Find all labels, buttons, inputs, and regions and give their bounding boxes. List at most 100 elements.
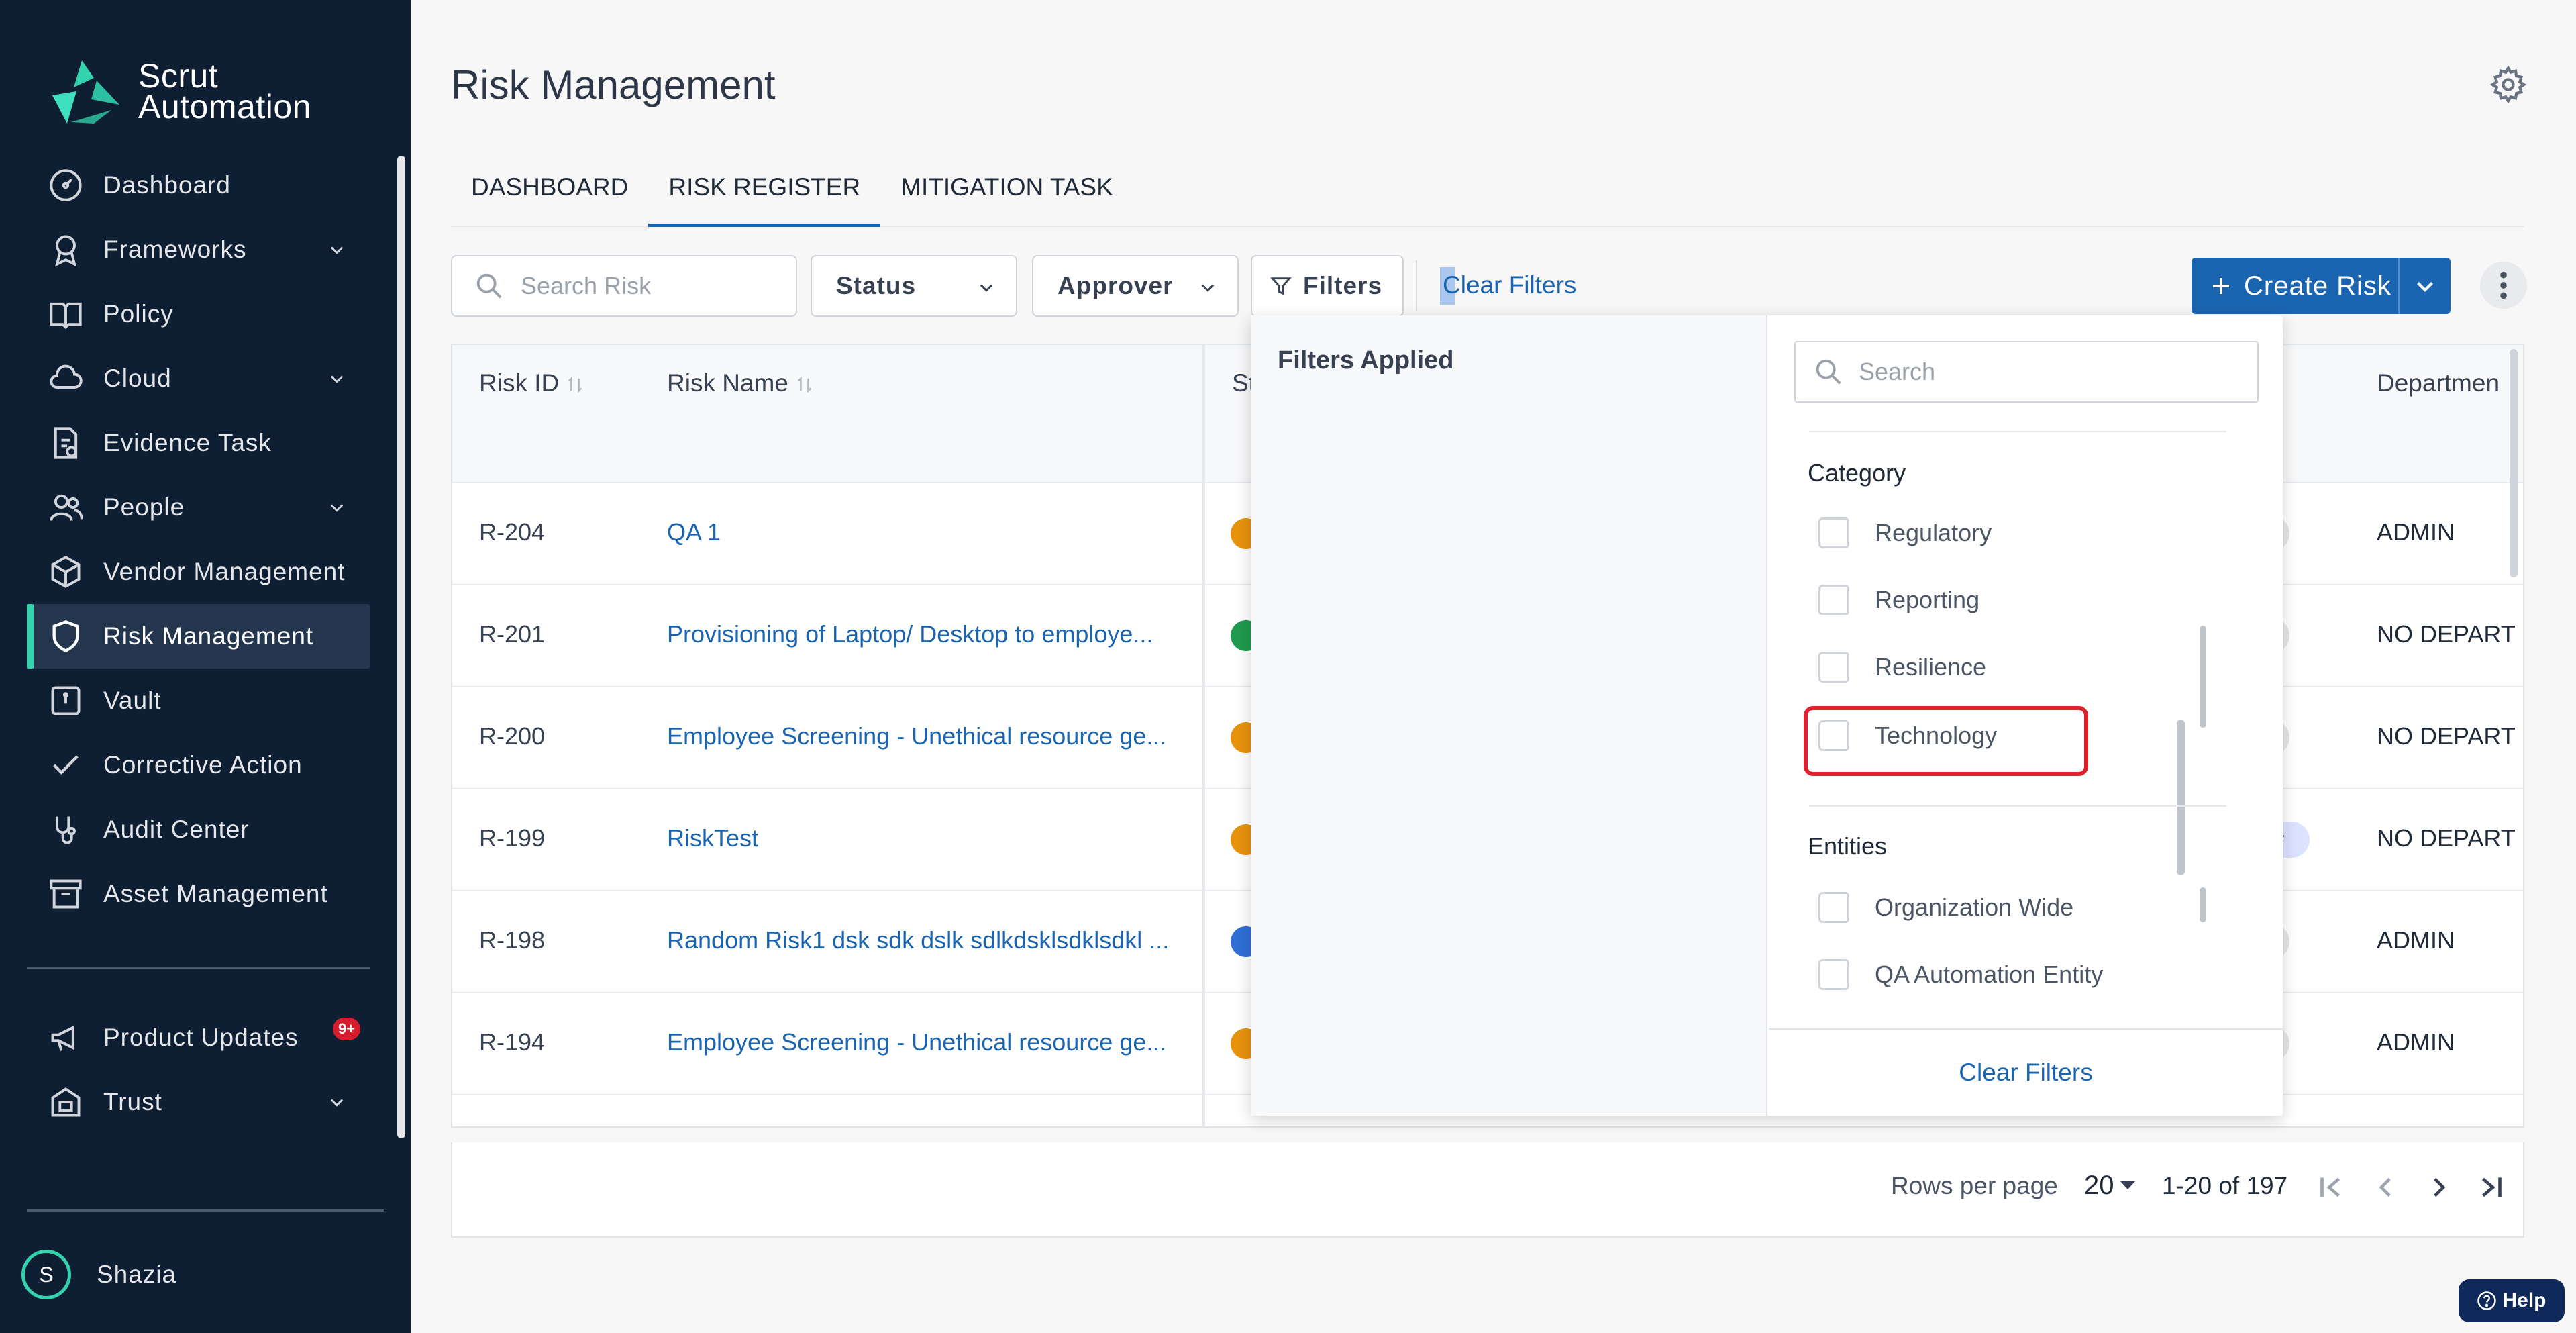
tab-risk-register[interactable]: RISK REGISTER xyxy=(648,156,880,227)
question-circle-icon xyxy=(2477,1291,2497,1310)
more-options-button[interactable] xyxy=(2480,262,2527,309)
filter-option-regulatory[interactable]: Regulatory xyxy=(1818,513,1992,553)
risk-name-link[interactable]: QA 1 xyxy=(667,518,1184,546)
risk-name-link[interactable]: RiskTest xyxy=(667,824,1184,852)
sidebar-item-label: Corrective Action xyxy=(103,751,303,779)
gear-icon[interactable] xyxy=(2489,66,2527,103)
toolbar-divider xyxy=(1416,260,1417,311)
user-name: Shazia xyxy=(97,1261,177,1288)
sidebar-item-audit-center[interactable]: Audit Center xyxy=(27,797,370,862)
next-page-icon[interactable] xyxy=(2422,1171,2456,1204)
filter-option-resilience[interactable]: Resilience xyxy=(1818,647,1986,687)
options-scrollbar[interactable] xyxy=(2177,720,2185,875)
scrut-logo-icon xyxy=(52,60,119,124)
dashboard-gauge-icon xyxy=(47,166,85,204)
rows-per-page-select[interactable]: 20 xyxy=(2084,1171,2114,1201)
option-label: Resilience xyxy=(1875,653,1987,681)
filters-button-label: Filters xyxy=(1303,272,1383,299)
vertical-scrollbar[interactable] xyxy=(2510,349,2518,577)
sidebar-item-product-updates[interactable]: Product Updates 9+ xyxy=(27,1005,370,1070)
toolbar: Status Approver Filters Clear Filters Cr… xyxy=(451,255,2527,317)
help-button[interactable]: Help xyxy=(2459,1279,2565,1322)
filter-clear-button[interactable]: Clear Filters xyxy=(1769,1028,2283,1116)
filter-search-input[interactable] xyxy=(1859,358,2234,386)
sidebar-item-cloud[interactable]: Cloud xyxy=(27,346,370,411)
risk-name-link[interactable]: Employee Screening - Unethical resource … xyxy=(667,1028,1184,1056)
approver-dropdown[interactable]: Approver xyxy=(1032,255,1239,317)
sidebar-item-asset-management[interactable]: Asset Management xyxy=(27,862,370,926)
sidebar-item-people[interactable]: People xyxy=(27,475,370,540)
sidebar-item-label: Evidence Task xyxy=(103,429,272,456)
risk-name-link[interactable]: Random Risk1 dsk sdk dslk sdlkdsklsdklsd… xyxy=(667,926,1184,954)
category-scrollbar[interactable] xyxy=(2200,626,2206,728)
risk-id: R-198 xyxy=(479,926,546,954)
sort-icon xyxy=(797,376,812,393)
department: ADMIN xyxy=(2377,518,2455,546)
sidebar-item-vault[interactable]: Vault xyxy=(27,669,370,733)
search-input[interactable] xyxy=(521,272,776,300)
filter-funnel-icon xyxy=(1270,277,1292,295)
risk-id: R-200 xyxy=(479,722,546,750)
sidebar-item-label: Dashboard xyxy=(103,171,231,199)
checkbox[interactable] xyxy=(1818,959,1849,990)
sidebar-item-label: Frameworks xyxy=(103,236,247,263)
checkbox[interactable] xyxy=(1818,517,1849,548)
chevron-down-icon[interactable] xyxy=(2413,274,2437,298)
sidebar-item-evidence-task[interactable]: Evidence Task xyxy=(27,411,370,475)
filter-option-organization-wide[interactable]: Organization Wide xyxy=(1818,887,2073,928)
sidebar-divider xyxy=(27,1209,384,1212)
status-dropdown[interactable]: Status xyxy=(811,255,1017,317)
clear-filters-link[interactable]: Clear Filters xyxy=(1440,267,1576,305)
search-icon xyxy=(1816,359,1841,385)
create-risk-button[interactable]: Create Risk xyxy=(2192,258,2451,314)
last-page-icon[interactable] xyxy=(2475,1171,2508,1204)
sidebar-item-corrective-action[interactable]: Corrective Action xyxy=(27,733,370,797)
page-title: Risk Management xyxy=(451,62,776,107)
sidebar-item-policy[interactable]: Policy xyxy=(27,282,370,346)
previous-page-icon[interactable] xyxy=(2369,1171,2402,1204)
tab-mitigation-task[interactable]: MITIGATION TASK xyxy=(880,156,1133,226)
risk-name-link[interactable]: Provisioning of Laptop/ Desktop to emplo… xyxy=(667,620,1184,648)
sidebar-item-vendor-management[interactable]: Vendor Management xyxy=(27,540,370,604)
sidebar-scrollbar[interactable] xyxy=(397,156,405,1138)
checkbox[interactable] xyxy=(1818,892,1849,923)
sidebar-item-risk-management[interactable]: Risk Management xyxy=(27,604,370,669)
risk-id: R-199 xyxy=(479,824,546,852)
sidebar-item-label: Audit Center xyxy=(103,816,250,843)
sidebar-item-dashboard[interactable]: Dashboard xyxy=(27,153,370,217)
sidebar-bottom-nav: Product Updates 9+ Trust xyxy=(27,1005,370,1134)
filters-applied-pane: Filters Applied xyxy=(1251,315,1767,1116)
option-label: QA Automation Entity xyxy=(1875,960,2104,988)
sidebar-item-label: Trust xyxy=(103,1088,162,1116)
department: ADMIN xyxy=(2377,1028,2455,1056)
brand[interactable]: Scrut Automation xyxy=(47,58,311,125)
column-header-department[interactable]: Departmen xyxy=(2377,369,2500,397)
department: NO DEPART xyxy=(2377,722,2516,750)
sidebar-item-trust[interactable]: Trust xyxy=(27,1070,370,1134)
column-header-risk-name[interactable]: Risk Name xyxy=(667,369,813,397)
tab-bar: DASHBOARD RISK REGISTER MITIGATION TASK xyxy=(451,156,2524,227)
department: ADMIN xyxy=(2377,926,2455,954)
sidebar-item-frameworks[interactable]: Frameworks xyxy=(27,217,370,282)
filter-option-reporting[interactable]: Reporting xyxy=(1818,580,1979,620)
checkbox[interactable] xyxy=(1818,585,1849,615)
sidebar-divider xyxy=(27,967,370,969)
tab-dashboard[interactable]: DASHBOARD xyxy=(451,156,648,226)
filters-button[interactable]: Filters xyxy=(1251,255,1404,317)
sort-icon xyxy=(568,376,582,393)
column-header-risk-id[interactable]: Risk ID xyxy=(479,369,583,397)
risk-name-link[interactable]: Employee Screening - Unethical resource … xyxy=(667,722,1184,750)
sidebar-item-label: Policy xyxy=(103,300,174,328)
vault-icon xyxy=(47,682,85,720)
megaphone-icon xyxy=(47,1019,85,1056)
first-page-icon[interactable] xyxy=(2314,1171,2347,1204)
section-divider xyxy=(1809,805,2226,807)
caret-down-icon[interactable] xyxy=(2120,1181,2135,1189)
filter-search-box xyxy=(1794,341,2259,403)
pagination-range: 1-20 of 197 xyxy=(2162,1172,2288,1199)
filter-options-pane: Category Regulatory Reporting Resilience… xyxy=(1769,315,2283,1116)
entities-scrollbar[interactable] xyxy=(2200,887,2206,922)
filter-option-qa-automation-entity[interactable]: QA Automation Entity xyxy=(1818,954,2103,995)
user-profile[interactable]: S Shazia xyxy=(21,1250,176,1299)
checkbox[interactable] xyxy=(1818,652,1849,683)
